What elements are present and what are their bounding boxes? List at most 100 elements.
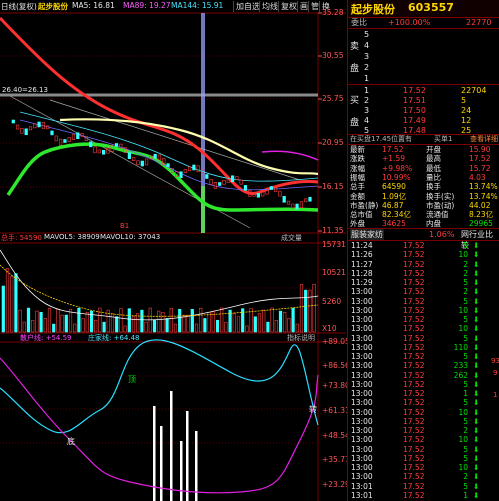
tick-price: 17.52 [403,463,425,472]
volume-bar [207,311,211,333]
dealer-line-label: 庄家线: +64.48 [88,334,140,342]
tick-volume: 2 [463,287,468,297]
tick-row: 13:00 17.52 10 ⬇ [348,408,499,417]
candle [278,190,282,197]
level-num: 2 [364,63,370,72]
tick-row: 13:01 17.52 5 ⬇ [348,482,499,491]
tick-volume: 5 [463,398,468,408]
quote-value: 8.23亿 [469,210,494,220]
tick-row: 13:00 17.52 5 ⬇ [348,352,499,361]
quote-row: 涨幅 +9.98% 最低 15.72 [348,164,499,173]
tab-industry[interactable]: 服装家纺 [350,229,384,240]
tab-compare[interactable]: 网行业比较 [460,229,499,250]
sell-level-row: 5 [348,29,499,40]
tick-row: 13:00 17.52 5 ⬇ [348,315,499,324]
candle [153,153,157,159]
industry-tabs: 服装家纺 1.06% 网行业比较 [348,229,499,250]
tick-volume: 5 [463,315,468,324]
summary-bar: 在买盘17.45位置有 买单1 查看详细 [348,135,499,144]
volume-bar [5,268,10,333]
down-arrow-icon: ⬇ [473,472,480,482]
volume-bar [115,316,119,333]
volume-bar [39,311,43,333]
tick-row: 13:00 17.52 2 ⬇ [348,287,499,296]
candle [308,196,312,202]
candle [132,157,136,161]
down-arrow-icon: ⬇ [473,444,480,454]
indicator-axis-label: +35.77 [322,455,350,464]
tick-row: 11:26 17.52 10 ⬇ [348,250,499,259]
kline-chart-area[interactable]: 日线(复权) 起步股份 MA5: 16.81 MA89: 19.27 MA144… [0,0,350,501]
indicator-mark-turn: 转 [309,405,317,414]
level-num: 4 [364,41,370,50]
candle [218,182,222,186]
candle [54,135,58,142]
level-num: 3 [364,52,370,61]
volume-bar [249,308,253,333]
tick-row: 13:00 17.52 5 ⬇ [348,417,499,426]
tick-volume: 10 [458,324,468,334]
candle [235,176,239,180]
volume-bar [173,323,178,333]
indicator-axis-label: +86.56 [322,361,350,370]
stock-name: 起步股份 [351,3,395,16]
down-arrow-icon: ⬇ [473,250,480,260]
candle [209,179,213,185]
down-arrow-icon: ⬇ [473,342,480,352]
quote-key: 最新 [350,145,365,154]
candle [231,175,235,183]
tick-price: 17.52 [403,296,425,306]
candle [295,203,299,210]
volume-tab[interactable]: 成交量 [281,233,302,243]
mavol5-label: MAVOL5: 38909 [44,233,100,241]
volume-bar [43,318,47,333]
volume-bar [295,323,299,333]
quote-key: 涨跌 [350,154,365,164]
quote-value: 10.99% [382,172,411,182]
indicator-help-tab[interactable]: 指标说明 [287,333,315,343]
quote-key: 最低 [426,163,441,173]
tick-row: 13:00 17.52 262 ⬇ [348,371,499,380]
tick-time: 13:01 [351,481,373,491]
tick-list[interactable]: 11:24 17.52 5 ⬇ 11:26 17.52 10 ⬇ 11:27 17.52 2 ⬇ 11:… [348,241,499,501]
tick-row: 13:00 17.52 5 ⬇ [348,445,499,454]
candle [89,141,93,148]
tick-price: 17.52 [403,241,425,250]
tick-price: 17.52 [403,407,425,417]
quote-value: +1.59 [382,154,405,164]
tick-time: 13:00 [351,287,373,297]
volume-axis-label: 10521 [322,268,346,277]
cursor-marker-icon: B1 [120,222,130,230]
tick-row: 13:00 17.52 10 ⬇ [348,324,499,333]
volume-bar [236,316,241,333]
indicator-axis-label: +61.31 [322,406,350,415]
volume-bar [81,318,85,333]
down-arrow-icon: ⬇ [473,241,480,250]
tick-price: 17.52 [403,481,425,491]
tick-price: 17.52 [403,398,425,408]
stock-header: 起步股份 603557 [348,0,499,18]
candle [183,169,187,173]
candle [239,179,243,185]
down-arrow-icon: ⬇ [473,407,480,417]
volume-bar [152,319,157,333]
volume-bar [266,321,270,333]
volume-header: 总手: 54590 MAVOL5: 38909 MAVOL10: 37043 成… [0,233,318,243]
down-arrow-icon: ⬇ [473,416,480,426]
quote-value: 82.34亿 [382,210,411,220]
tick-row: 13:00 17.52 2 ⬇ [348,472,499,481]
tick-price: 17.52 [403,333,425,343]
sell-level-row: 2 [348,62,499,73]
quote-key: 流通值 [426,210,449,220]
volume-bar [77,307,81,333]
candle [15,124,20,130]
down-arrow-icon: ⬇ [473,389,480,398]
tick-price: 17.52 [403,361,425,371]
view-detail-link[interactable]: 查看详细 [470,135,498,144]
volume-bar [283,312,287,333]
quote-value: 46.87 [382,200,404,210]
candle [304,198,308,203]
tick-time: 13:00 [351,370,373,380]
volume-bar [224,321,228,333]
tick-price: 17.52 [403,370,425,380]
